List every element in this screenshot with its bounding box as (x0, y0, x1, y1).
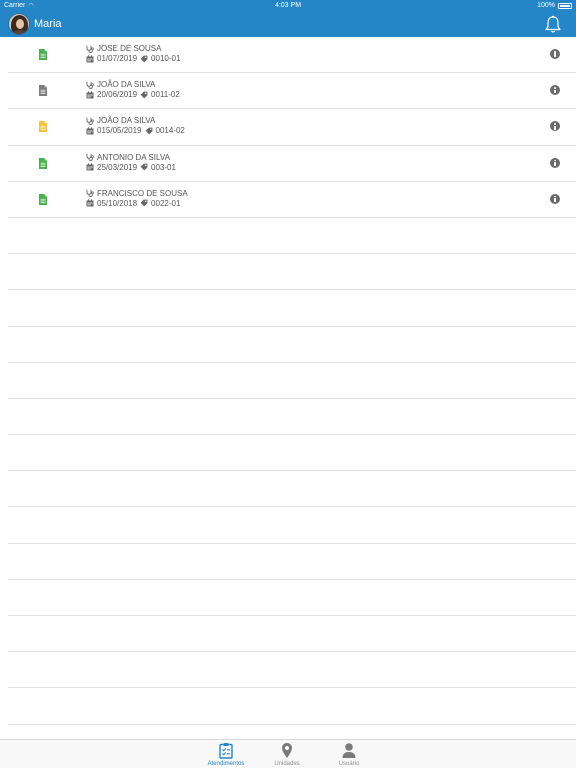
tab-label: Atendimentos (207, 761, 245, 767)
empty-row (8, 399, 576, 436)
bell-icon[interactable] (544, 15, 562, 34)
patient-name-line: JOSE DE SOUSA (86, 44, 161, 53)
tab-atendimentos[interactable]: Atendimentos (201, 741, 251, 768)
appointment-date: 20/06/2019 (97, 90, 138, 100)
tab-usuario[interactable]: Usuário (324, 741, 374, 768)
appointment-code: 0014-02 (155, 126, 185, 136)
stethoscope-icon (86, 117, 94, 125)
info-icon[interactable] (550, 193, 560, 204)
tag-icon (140, 55, 148, 62)
stethoscope-icon (86, 190, 94, 198)
tab-label: Usuário (338, 761, 360, 767)
tag-icon (140, 91, 148, 99)
patient-name-line: FRANCISCO DE SOUSA (86, 189, 188, 198)
empty-row (8, 507, 576, 544)
empty-row (8, 290, 576, 327)
clipboard-check-icon (219, 743, 233, 759)
empty-row (8, 652, 576, 689)
document-icon (39, 49, 47, 60)
appointment-code: 0011-02 (151, 90, 180, 100)
stethoscope-icon (86, 153, 94, 161)
appointment-date: 01/07/2019 (97, 54, 138, 63)
patient-name-line: ANTONIO DA SILVA (86, 153, 170, 162)
tag-icon (140, 199, 148, 207)
atendimento-row[interactable]: JOSE DE SOUSA 01/07/2019 0010-01 (8, 37, 576, 74)
user-name: Maria (34, 18, 62, 30)
info-icon[interactable] (550, 121, 560, 132)
tab-unidades[interactable]: Unidades (262, 741, 312, 768)
appointment-date: 05/10/2018 (97, 198, 138, 208)
empty-row (8, 688, 576, 725)
appointment-date: 25/03/2019 (97, 162, 138, 172)
stethoscope-icon (86, 45, 94, 53)
empty-row (8, 363, 576, 399)
empty-row (8, 254, 576, 291)
document-icon (39, 193, 47, 205)
document-icon (39, 157, 47, 169)
map-pin-icon (282, 743, 292, 758)
stethoscope-icon (86, 81, 94, 89)
patient-name: JOSE DE SOUSA (97, 44, 162, 53)
patient-name-line: JOÃO DA SILVA (86, 80, 155, 89)
appointment-code: 0010-01 (151, 54, 181, 63)
empty-row (8, 544, 576, 580)
info-icon[interactable] (550, 49, 560, 59)
patient-name-line: JOÃO DA SILVA (86, 116, 155, 125)
empty-row (8, 471, 576, 508)
empty-row (8, 327, 576, 363)
info-icon[interactable] (550, 157, 560, 168)
calendar-icon (86, 54, 94, 62)
empty-row (8, 218, 576, 255)
atendimento-row[interactable]: JOÃO DA SILVA 015/05/2019 0014-02 (8, 109, 576, 146)
patient-name: FRANCISCO DE SOUSA (97, 188, 188, 198)
info-icon[interactable] (550, 85, 560, 96)
status-time: 4:03 PM (274, 2, 302, 9)
patient-name: ANTONIO DA SILVA (97, 152, 170, 162)
calendar-icon (86, 90, 94, 99)
appointment-meta: 01/07/2019 0010-01 (86, 54, 180, 63)
appointment-date: 015/05/2019 (97, 126, 142, 136)
battery-indicator: 100% (537, 0, 572, 12)
calendar-icon (86, 163, 94, 171)
avatar[interactable] (8, 13, 30, 35)
appointment-meta: 25/03/2019 003-01 (86, 163, 176, 172)
appointment-meta: 05/10/2018 0022-01 (86, 199, 180, 208)
tab-bar: Atendimentos Unidades Usuário (0, 739, 576, 768)
user-icon (342, 743, 356, 758)
calendar-icon (86, 127, 94, 135)
document-icon (39, 85, 47, 97)
atendimento-row[interactable]: FRANCISCO DE SOUSA 05/10/2018 0022-01 (8, 182, 576, 218)
atendimento-row[interactable]: ANTONIO DA SILVA 25/03/2019 003-01 (8, 146, 576, 182)
appointment-meta: 015/05/2019 0014-02 (86, 126, 185, 135)
appointment-meta: 20/06/2019 0011-02 (86, 90, 180, 99)
nav-bar: Maria (0, 12, 576, 37)
empty-row (8, 616, 576, 653)
atendimentos-list: JOSE DE SOUSA 01/07/2019 0010-01 JOÃO DA SI… (0, 37, 576, 725)
calendar-icon (86, 199, 94, 207)
patient-name: JOÃO DA SILVA (97, 80, 156, 90)
patient-name: JOÃO DA SILVA (97, 116, 156, 126)
empty-row (8, 435, 576, 472)
empty-row (8, 580, 576, 616)
tag-icon (140, 163, 148, 171)
document-icon (39, 121, 47, 133)
appointment-code: 003-01 (151, 162, 176, 172)
tag-icon (145, 127, 152, 135)
atendimento-row[interactable]: JOÃO DA SILVA 20/06/2019 0011-02 (8, 73, 576, 110)
status-bar: Carrier ◠ 4:03 PM 100% (0, 0, 576, 12)
tab-label: Unidades (274, 761, 300, 767)
battery-icon (558, 3, 572, 9)
appointment-code: 0022-01 (151, 198, 181, 208)
battery-percent: 100% (537, 2, 555, 9)
